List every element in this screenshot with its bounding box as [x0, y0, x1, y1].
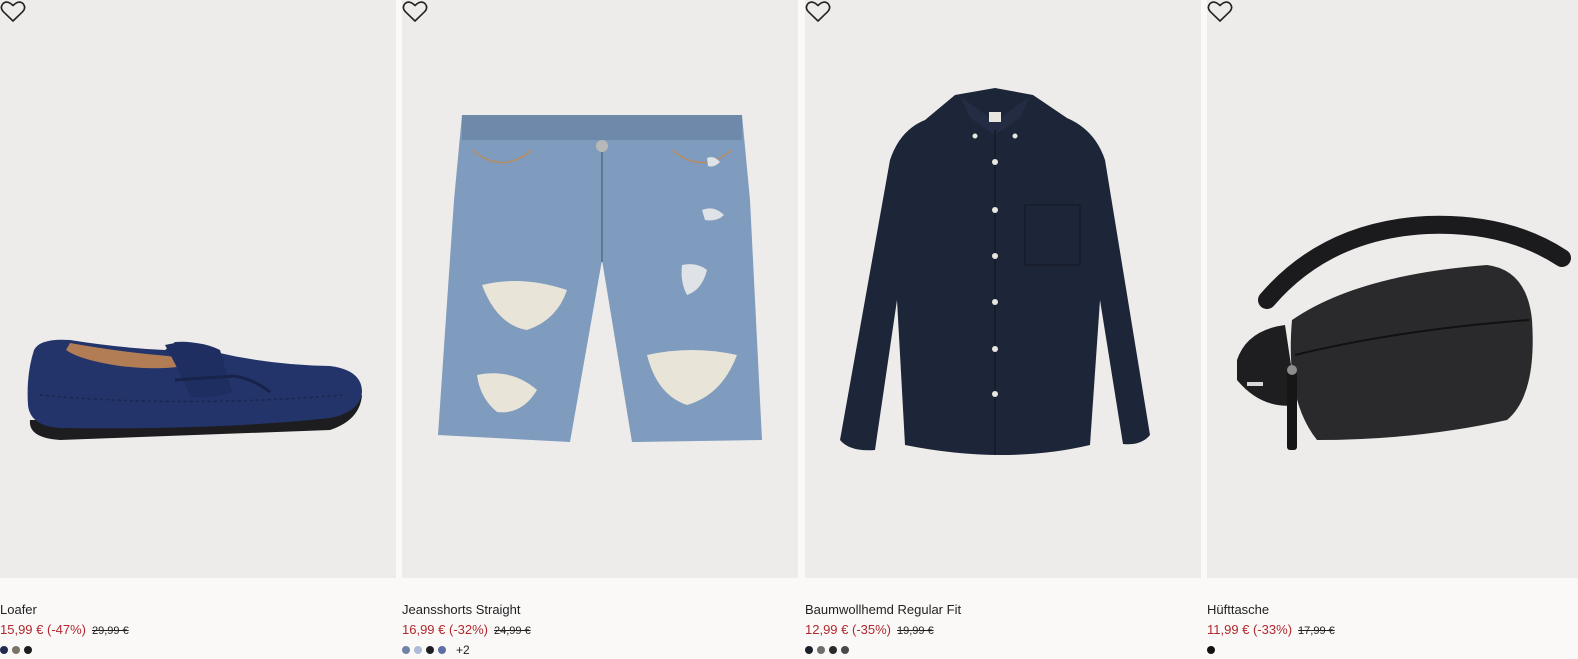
old-price: 19,99 € — [897, 625, 934, 637]
color-swatch[interactable] — [829, 646, 837, 654]
color-swatch[interactable] — [841, 646, 849, 654]
price-line: 11,99 € (-33%) 17,99 € — [1207, 622, 1335, 637]
product-image-jeansshorts[interactable] — [402, 0, 798, 578]
heart-icon[interactable] — [0, 0, 26, 24]
old-price: 29,99 € — [92, 625, 129, 637]
price-line: 12,99 € (-35%) 19,99 € — [805, 622, 934, 637]
color-swatch[interactable] — [426, 646, 434, 654]
price-line: 16,99 € (-32%) 24,99 € — [402, 622, 531, 637]
old-price: 24,99 € — [494, 625, 531, 637]
color-swatch[interactable] — [438, 646, 446, 654]
price-line: 15,99 € (-47%) 29,99 € — [0, 622, 129, 637]
heart-icon[interactable] — [402, 0, 428, 24]
color-swatch[interactable] — [12, 646, 20, 654]
product-card-jeansshorts[interactable]: Jeansshorts Straight 16,99 € (-32%) 24,99… — [402, 0, 798, 659]
old-price: 17,99 € — [1298, 625, 1335, 637]
product-card-baumwollhemd[interactable]: Baumwollhemd Regular Fit 12,99 € (-35%) 1… — [805, 0, 1201, 659]
sale-price: 15,99 € (-47%) — [0, 622, 86, 637]
product-card-hufttasche[interactable]: Hüfttasche 11,99 € (-33%) 17,99 € — [1207, 0, 1578, 659]
color-swatch[interactable] — [414, 646, 422, 654]
color-swatches — [0, 645, 36, 655]
color-swatch[interactable] — [402, 646, 410, 654]
sale-price: 11,99 € (-33%) — [1207, 622, 1293, 637]
more-colors-count[interactable]: +2 — [456, 643, 470, 657]
product-image-loafer[interactable] — [0, 0, 396, 578]
color-swatches — [805, 645, 853, 655]
loafer-image — [27, 339, 362, 440]
sale-price: 16,99 € (-32%) — [402, 622, 488, 637]
heart-icon[interactable] — [1207, 0, 1233, 24]
product-grid: Loafer 15,99 € (-47%) 29,99 € Jeansshort… — [0, 0, 1578, 659]
product-image-baumwollhemd[interactable] — [805, 0, 1201, 578]
color-swatches: +2 — [402, 643, 470, 657]
product-image-hufttasche[interactable] — [1207, 0, 1578, 578]
product-name[interactable]: Loafer — [0, 602, 37, 617]
heart-icon[interactable] — [805, 0, 831, 24]
product-name[interactable]: Jeansshorts Straight — [402, 602, 521, 617]
color-swatch[interactable] — [817, 646, 825, 654]
color-swatches — [1207, 645, 1219, 655]
product-name[interactable]: Hüfttasche — [1207, 602, 1269, 617]
color-swatch[interactable] — [0, 646, 8, 654]
jeansshorts-image — [438, 115, 762, 442]
shirt-image — [840, 88, 1150, 455]
color-swatch[interactable] — [1207, 646, 1215, 654]
sale-price: 12,99 € (-35%) — [805, 622, 891, 637]
color-swatch[interactable] — [24, 646, 32, 654]
product-card-loafer[interactable]: Loafer 15,99 € (-47%) 29,99 € — [0, 0, 396, 659]
color-swatch[interactable] — [805, 646, 813, 654]
bag-image — [1237, 215, 1571, 450]
product-name[interactable]: Baumwollhemd Regular Fit — [805, 602, 961, 617]
